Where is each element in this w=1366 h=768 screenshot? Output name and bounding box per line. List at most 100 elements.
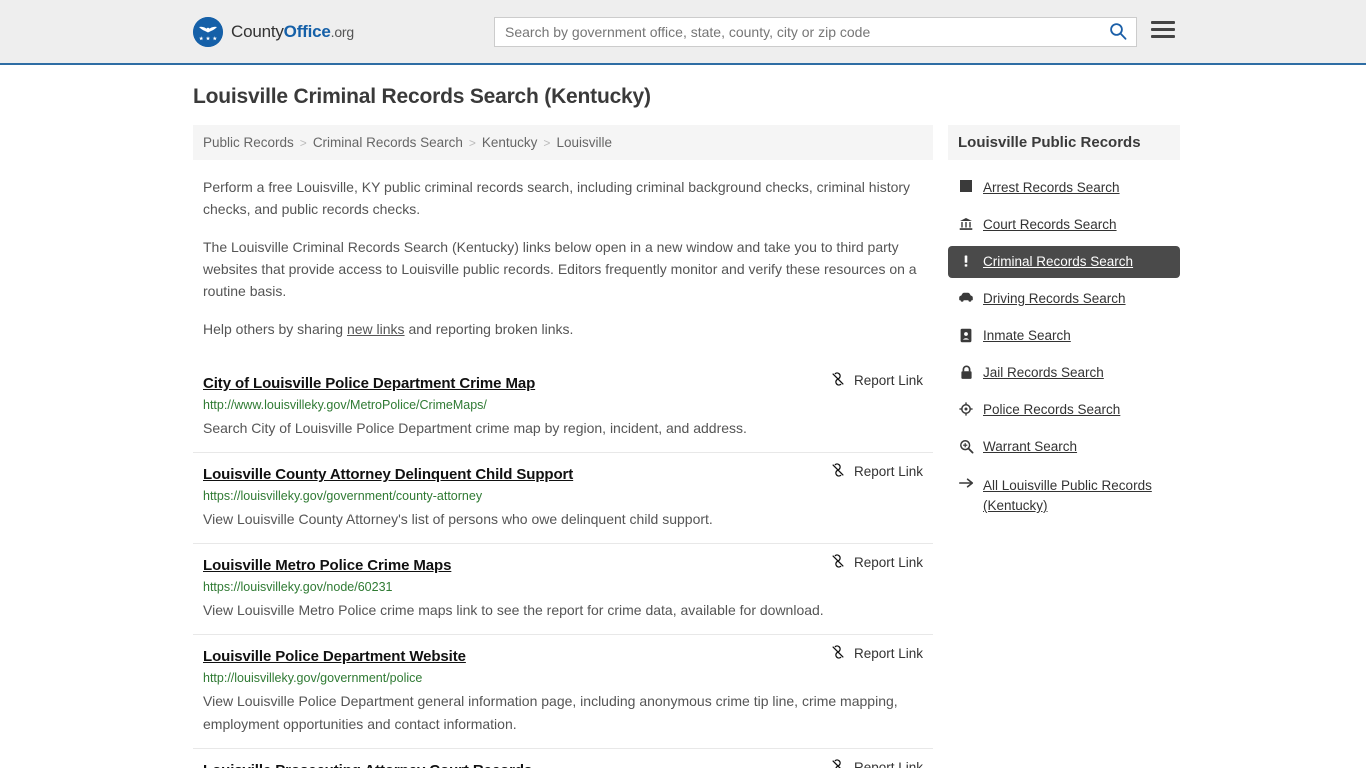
search-button[interactable] <box>1100 18 1136 46</box>
search-icon <box>1109 22 1127 43</box>
report-link-button[interactable]: Report Link <box>830 371 923 390</box>
result-url-link[interactable]: http://louisvilleky.gov/government/polic… <box>203 671 923 685</box>
search-input[interactable] <box>495 18 1100 46</box>
site-logo[interactable]: CountyOffice.org <box>193 16 354 47</box>
result-title-link[interactable]: Louisville Metro Police Crime Maps <box>203 557 451 574</box>
report-link-button[interactable]: Report Link <box>830 758 923 768</box>
result-header: Louisville Police Department Website Rep… <box>203 645 923 665</box>
sidebar-item-driving-records-search[interactable]: Driving Records Search <box>948 283 1180 315</box>
logo-word-county: County <box>231 21 284 41</box>
sidebar-item-police-records-search[interactable]: Police Records Search <box>948 394 1180 426</box>
result-header: Louisville Metro Police Crime Maps Repor… <box>203 554 923 574</box>
logo-word-org: .org <box>330 23 355 40</box>
new-links-link[interactable]: new links <box>347 321 405 337</box>
broken-link-icon <box>830 644 846 663</box>
result-url-link[interactable]: http://www.louisvilleky.gov/MetroPolice/… <box>203 398 923 412</box>
result-description: View Louisville Metro Police crime maps … <box>203 602 824 618</box>
result-title-link[interactable]: City of Louisville Police Department Cri… <box>203 375 535 392</box>
result-description: View Louisville County Attorney's list o… <box>203 511 713 527</box>
intro-p3-pre: Help others by sharing <box>203 321 347 337</box>
result-title-link[interactable]: Louisville Police Department Website <box>203 648 466 665</box>
result-title-link[interactable]: Louisville Prosecuting Attorney Court Re… <box>203 762 532 768</box>
site-header: CountyOffice.org <box>0 0 1366 65</box>
page-title: Louisville Criminal Records Search (Kent… <box>193 85 651 108</box>
report-link-button[interactable]: Report Link <box>830 553 923 572</box>
sidebar-item-label: Court Records Search <box>983 217 1117 232</box>
sidebar-list: Arrest Records Search Court Records Sear… <box>948 172 1180 523</box>
breadcrumb-separator: > <box>299 135 307 150</box>
report-link-label: Report Link <box>853 373 923 388</box>
result-description: View Louisville Police Department genera… <box>203 693 898 732</box>
hamburger-bar <box>1151 28 1175 31</box>
intro-paragraph-3: Help others by sharing new links and rep… <box>193 318 933 340</box>
broken-link-icon <box>830 758 846 768</box>
sidebar-item-inmate-search[interactable]: Inmate Search <box>948 320 1180 352</box>
exclamation-icon <box>958 253 974 268</box>
intro-paragraph-1: Perform a free Louisville, KY public cri… <box>203 179 911 217</box>
result-item: Louisville County Attorney Delinquent Ch… <box>193 452 933 543</box>
result-url-link[interactable]: https://louisvilleky.gov/node/60231 <box>203 580 923 594</box>
sidebar-item-label: Warrant Search <box>983 439 1078 454</box>
intro-text: Perform a free Louisville, KY public cri… <box>193 176 933 340</box>
result-header: Louisville County Attorney Delinquent Ch… <box>203 463 923 483</box>
intro-p3-post: and reporting broken links. <box>404 321 574 337</box>
report-link-button[interactable]: Report Link <box>830 644 923 663</box>
breadcrumb-item-criminal-records-search[interactable]: Criminal Records Search <box>313 135 463 150</box>
courthouse-icon <box>958 216 974 231</box>
broken-link-icon <box>830 371 846 390</box>
logo-wordmark: CountyOffice.org <box>231 22 354 42</box>
sidebar: Louisville Public Records Arrest Records… <box>948 125 1180 528</box>
arrow-right-icon <box>958 476 974 489</box>
report-link-label: Report Link <box>853 646 923 661</box>
result-url-link[interactable]: https://louisvilleky.gov/government/coun… <box>203 489 923 503</box>
page-body: Louisville Criminal Records Search (Kent… <box>0 65 1366 768</box>
breadcrumb: Public Records > Criminal Records Search… <box>193 125 933 160</box>
report-link-button[interactable]: Report Link <box>830 462 923 481</box>
breadcrumb-separator: > <box>468 135 476 150</box>
breadcrumb-item-louisville[interactable]: Louisville <box>556 135 612 150</box>
result-item: City of Louisville Police Department Cri… <box>193 362 933 452</box>
car-icon <box>958 290 974 303</box>
broken-link-icon <box>830 553 846 572</box>
content-columns: Public Records > Criminal Records Search… <box>193 125 1180 768</box>
breadcrumb-item-kentucky[interactable]: Kentucky <box>482 135 538 150</box>
sidebar-item-criminal-records-search[interactable]: Criminal Records Search <box>948 246 1180 278</box>
sidebar-title: Louisville Public Records <box>948 125 1180 160</box>
report-link-label: Report Link <box>853 760 923 768</box>
report-link-label: Report Link <box>853 464 923 479</box>
search-box <box>494 17 1137 47</box>
fingerprint-icon <box>958 179 974 192</box>
police-badge-icon <box>958 401 974 416</box>
sidebar-item-jail-records-search[interactable]: Jail Records Search <box>948 357 1180 389</box>
lock-icon <box>958 364 974 380</box>
sidebar-item-label: Jail Records Search <box>983 365 1104 380</box>
results-list: City of Louisville Police Department Cri… <box>193 362 933 768</box>
sidebar-item-label: Police Records Search <box>983 402 1121 417</box>
sidebar-item-warrant-search[interactable]: Warrant Search <box>948 431 1180 463</box>
hamburger-menu-icon[interactable] <box>1151 21 1175 38</box>
logo-word-office: Office <box>283 21 331 41</box>
hamburger-bar <box>1151 21 1175 24</box>
sidebar-item-court-records-search[interactable]: Court Records Search <box>948 209 1180 241</box>
magnifier-plus-icon <box>958 438 974 454</box>
result-item: Louisville Prosecuting Attorney Court Re… <box>193 748 933 768</box>
sidebar-item-label: Criminal Records Search <box>983 254 1134 269</box>
main-column: Public Records > Criminal Records Search… <box>193 125 933 768</box>
broken-link-icon <box>830 462 846 481</box>
result-item: Louisville Metro Police Crime Maps Repor… <box>193 543 933 634</box>
hamburger-bar <box>1151 35 1175 38</box>
result-title-link[interactable]: Louisville County Attorney Delinquent Ch… <box>203 466 573 483</box>
report-link-label: Report Link <box>853 555 923 570</box>
sidebar-item-label: Driving Records Search <box>983 291 1126 306</box>
result-description: Search City of Louisville Police Departm… <box>203 420 747 436</box>
sidebar-item-arrest-records-search[interactable]: Arrest Records Search <box>948 172 1180 204</box>
breadcrumb-item-public-records[interactable]: Public Records <box>203 135 294 150</box>
sidebar-item-label: Inmate Search <box>983 328 1071 343</box>
sidebar-item-all-public-records[interactable]: All Louisville Public Records (Kentucky) <box>948 469 1180 523</box>
sidebar-item-label: All Louisville Public Records (Kentucky) <box>983 478 1152 513</box>
result-header: City of Louisville Police Department Cri… <box>203 372 923 392</box>
countyoffice-eagle-logo-icon <box>193 16 223 47</box>
result-header: Louisville Prosecuting Attorney Court Re… <box>203 759 923 768</box>
sidebar-item-label: Arrest Records Search <box>983 180 1120 195</box>
breadcrumb-separator: > <box>543 135 551 150</box>
